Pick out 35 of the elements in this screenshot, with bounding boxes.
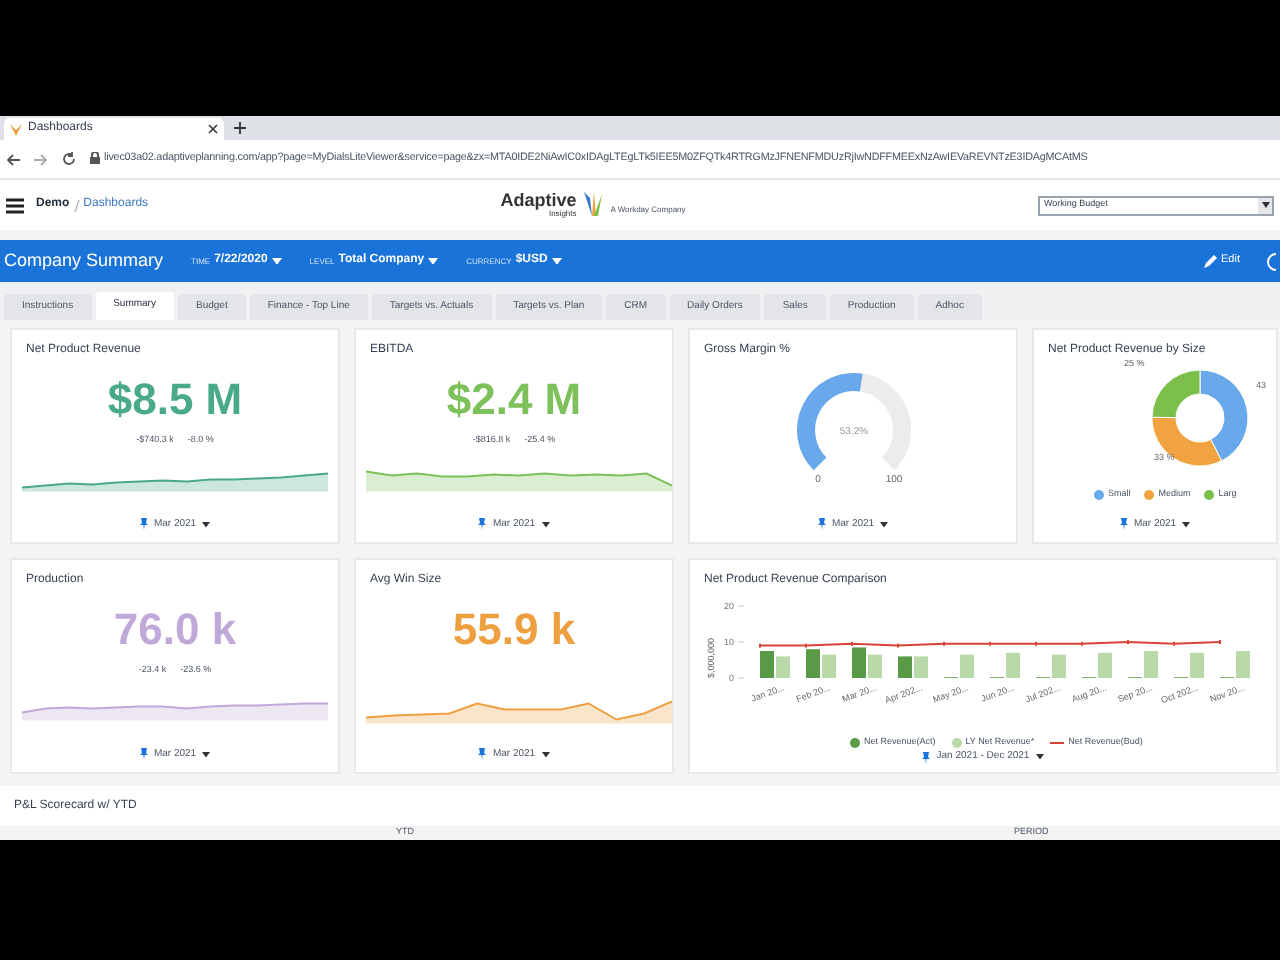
back-icon[interactable] bbox=[6, 153, 20, 165]
caret-icon bbox=[202, 521, 211, 528]
caret-icon bbox=[1261, 202, 1269, 208]
pencil-icon bbox=[1203, 254, 1218, 268]
gauge-track bbox=[796, 373, 910, 470]
pin-icon bbox=[1119, 518, 1128, 531]
logo-icon bbox=[582, 192, 605, 218]
pin-icon bbox=[139, 518, 148, 531]
caret-icon bbox=[541, 751, 550, 758]
caret-icon bbox=[1182, 521, 1191, 528]
logo-text: Adaptive bbox=[500, 192, 577, 210]
caret-icon bbox=[202, 751, 211, 758]
close-icon[interactable] bbox=[208, 124, 218, 134]
menu-icon[interactable] bbox=[6, 197, 24, 213]
reload-icon[interactable] bbox=[62, 152, 76, 166]
kpi-value: 76.0 k bbox=[113, 608, 237, 652]
lock-icon bbox=[90, 152, 100, 165]
pin-icon bbox=[139, 748, 148, 761]
separator-icon bbox=[73, 199, 80, 211]
caret-icon bbox=[1035, 754, 1044, 760]
pin-icon bbox=[817, 518, 826, 531]
kpi-value: $8.5 M bbox=[107, 378, 243, 422]
caret-icon bbox=[428, 257, 439, 265]
dashboard-title: Company Summary bbox=[4, 247, 164, 274]
pin-icon bbox=[478, 748, 487, 761]
caret-icon bbox=[880, 521, 889, 528]
caret-icon bbox=[271, 257, 282, 265]
kpi-value: 55.9 k bbox=[452, 608, 576, 652]
caret-icon bbox=[541, 521, 550, 528]
caret-icon bbox=[551, 257, 562, 265]
plus-icon[interactable] bbox=[234, 122, 246, 134]
pin-icon bbox=[922, 751, 931, 763]
kpi-value: $2.4 M bbox=[446, 378, 582, 422]
logo-icon bbox=[10, 123, 22, 135]
pin-icon bbox=[478, 518, 487, 531]
